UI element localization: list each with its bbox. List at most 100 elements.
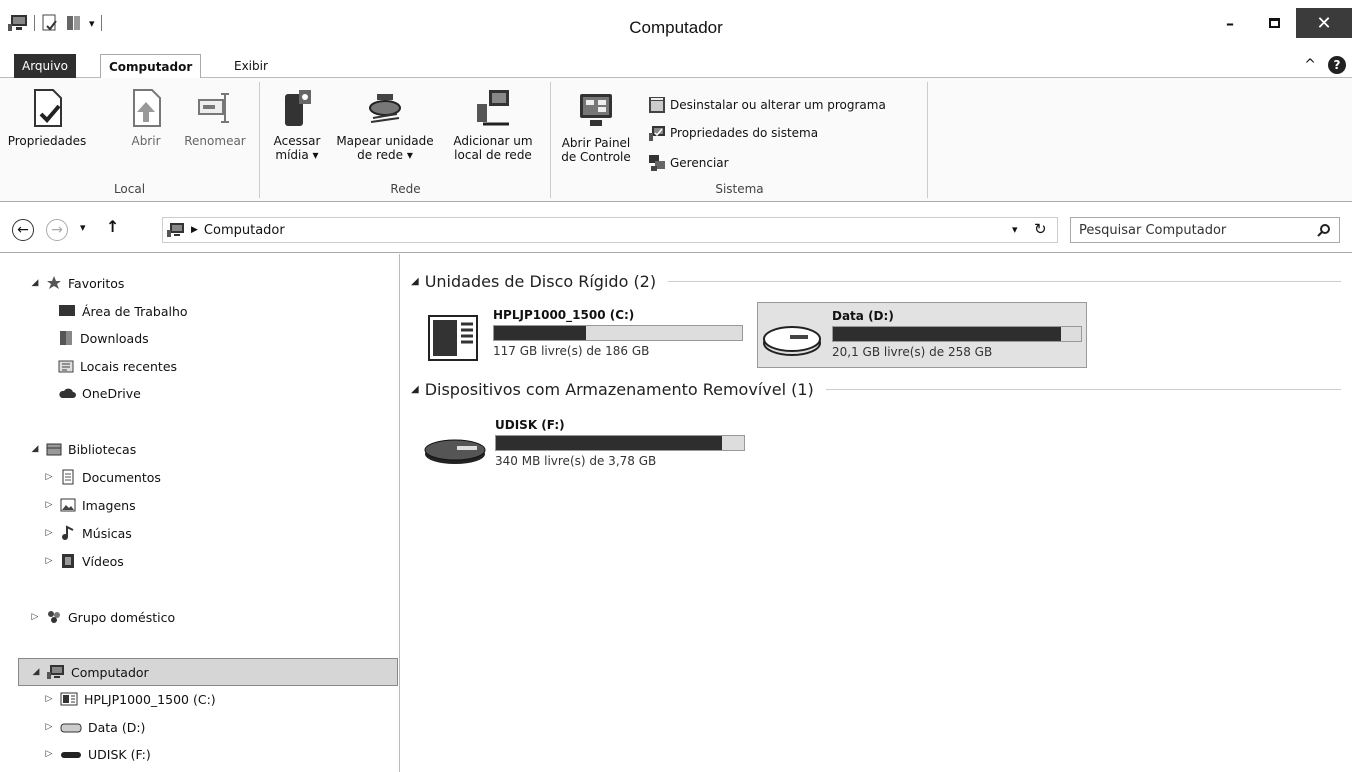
- ribbon: Propriedades Abrir Renomear Local Acessa…: [0, 78, 1352, 202]
- control-panel-button[interactable]: Abrir Painel de Controle: [556, 92, 636, 164]
- tab-file[interactable]: Arquivo: [14, 54, 76, 78]
- system-properties-label: Propriedades do sistema: [670, 126, 819, 140]
- tab-computer[interactable]: Computador: [100, 54, 202, 79]
- help-icon[interactable]: ?: [1328, 56, 1346, 74]
- nav-label: UDISK (F:): [88, 746, 151, 762]
- expand-arrow-icon[interactable]: ▷: [44, 472, 54, 482]
- group-label-local: Local: [113, 182, 146, 196]
- expand-arrow-icon[interactable]: ▷: [44, 528, 54, 538]
- nav-item-drive-d[interactable]: ▷ Data (D:): [44, 716, 146, 738]
- rename-button[interactable]: Renomear: [178, 88, 252, 148]
- tab-view[interactable]: Exibir: [226, 54, 276, 78]
- computer-icon: [167, 223, 184, 237]
- expand-arrow-icon[interactable]: ▷: [44, 694, 54, 704]
- nav-item-computer[interactable]: ◢ Computador: [18, 658, 398, 686]
- nav-item-downloads[interactable]: Downloads: [58, 327, 149, 349]
- desktop-icon: [59, 305, 75, 316]
- add-location-label-2: local de rede: [454, 148, 532, 162]
- search-input[interactable]: Pesquisar Computador: [1070, 217, 1340, 243]
- section-divider: [668, 281, 1341, 282]
- nav-item-libraries[interactable]: ◢ Bibliotecas: [30, 438, 137, 460]
- nav-item-images[interactable]: ▷ Imagens: [44, 494, 136, 516]
- collapse-ribbon-icon[interactable]: ^: [1304, 57, 1316, 73]
- expand-arrow-icon[interactable]: ▷: [44, 500, 54, 510]
- up-arrow-icon[interactable]: ↑: [106, 217, 119, 236]
- back-button[interactable]: ←: [12, 219, 34, 241]
- drive-name: UDISK (F:): [495, 418, 565, 432]
- nav-item-documents[interactable]: ▷ Documentos: [44, 466, 161, 488]
- address-dropdown-icon[interactable]: ▾: [1012, 223, 1018, 236]
- section-divider: [825, 389, 1341, 390]
- uninstall-program-button[interactable]: Desinstalar ou alterar um programa: [648, 96, 886, 114]
- expand-arrow-icon[interactable]: ▷: [44, 556, 54, 566]
- maximize-button[interactable]: [1252, 8, 1296, 38]
- open-button[interactable]: Abrir: [124, 88, 168, 148]
- refresh-icon[interactable]: ↻: [1034, 220, 1047, 238]
- nav-item-onedrive[interactable]: OneDrive: [58, 382, 141, 404]
- collapse-arrow-icon[interactable]: ◢: [30, 278, 40, 288]
- uninstall-icon: [649, 97, 665, 113]
- system-properties-button[interactable]: Propriedades do sistema: [648, 124, 818, 142]
- drive-usage-bar: [832, 326, 1082, 342]
- drive-name: Data (D:): [832, 309, 894, 323]
- drive-usage-bar: [493, 325, 743, 341]
- nav-label: Computador: [71, 664, 149, 680]
- back-arrow-icon: ←: [17, 222, 29, 238]
- nav-item-music[interactable]: ▷ Músicas: [44, 522, 132, 544]
- nav-item-favorites[interactable]: ◢ Favoritos: [30, 272, 125, 294]
- nav-item-drive-c[interactable]: ▷ HPLJP1000_1500 (C:): [44, 688, 216, 710]
- collapse-arrow-icon[interactable]: ◢: [31, 667, 41, 677]
- drive-tile-f[interactable]: UDISK (F:) 340 MB livre(s) de 3,78 GB: [421, 414, 751, 478]
- nav-item-drive-f[interactable]: ▷ UDISK (F:): [44, 743, 151, 765]
- network-drive-icon: [369, 94, 401, 123]
- add-network-location-button[interactable]: Adicionar um local de rede: [445, 88, 541, 162]
- manage-button[interactable]: Gerenciar: [648, 154, 729, 172]
- media-icon: [285, 90, 311, 126]
- drive-tile-c[interactable]: HPLJP1000_1500 (C:) 117 GB livre(s) de 1…: [421, 304, 751, 368]
- nav-item-videos[interactable]: ▷ Vídeos: [44, 550, 124, 572]
- collapse-arrow-icon[interactable]: ◢: [30, 444, 40, 454]
- computer-icon: [47, 665, 64, 679]
- expand-arrow-icon[interactable]: ▷: [44, 749, 54, 759]
- drive-usage-bar: [495, 435, 745, 451]
- breadcrumb[interactable]: Computador: [204, 223, 285, 238]
- recent-places-icon: [58, 360, 74, 373]
- map-network-drive-button[interactable]: Mapear unidade de rede ▾: [329, 88, 441, 162]
- drive-name: HPLJP1000_1500 (C:): [493, 308, 635, 322]
- properties-button[interactable]: Propriedades: [4, 88, 90, 148]
- forward-button[interactable]: →: [46, 219, 68, 241]
- section-collapse-icon[interactable]: ◢: [411, 276, 419, 287]
- drive-usage-fill: [494, 326, 586, 340]
- search-icon[interactable]: [1317, 223, 1331, 237]
- nav-label: Grupo doméstico: [68, 609, 176, 625]
- window-controls: – ✕: [1208, 8, 1352, 38]
- navigation-pane: ◢ Favoritos Área de Trabalho Downloads L…: [0, 254, 400, 772]
- images-icon: [60, 498, 76, 512]
- properties-label: Propriedades: [7, 134, 87, 148]
- address-bar[interactable]: ▶ Computador: [162, 217, 1058, 243]
- access-media-button[interactable]: Acessar mídia ▾: [269, 88, 325, 162]
- videos-icon: [62, 554, 74, 568]
- breadcrumb-separator-icon[interactable]: ▶: [191, 225, 198, 235]
- nav-item-homegroup[interactable]: ▷ Grupo doméstico: [30, 606, 176, 628]
- section-hard-drives[interactable]: ◢ Unidades de Disco Rígido (2): [411, 272, 1341, 291]
- system-drive-icon: [428, 315, 478, 361]
- rename-icon: [198, 93, 229, 123]
- close-button[interactable]: ✕: [1296, 8, 1352, 38]
- nav-item-desktop[interactable]: Área de Trabalho: [58, 300, 188, 322]
- nav-label: Locais recentes: [80, 358, 178, 374]
- rename-label: Renomear: [184, 134, 246, 148]
- drive-free-space: 340 MB livre(s) de 3,78 GB: [495, 454, 657, 468]
- homegroup-icon: [48, 611, 60, 623]
- section-removable[interactable]: ◢ Dispositivos com Armazenamento Removív…: [411, 380, 1341, 399]
- uninstall-label: Desinstalar ou alterar um programa: [670, 98, 886, 112]
- drive-tile-d[interactable]: Data (D:) 20,1 GB livre(s) de 258 GB: [757, 302, 1087, 368]
- expand-arrow-icon[interactable]: ▷: [44, 722, 54, 732]
- expand-arrow-icon[interactable]: ▷: [30, 612, 40, 622]
- minimize-button[interactable]: –: [1208, 8, 1252, 38]
- nav-item-recent[interactable]: Locais recentes: [58, 355, 177, 377]
- recent-locations-icon[interactable]: ▾: [80, 221, 86, 234]
- music-icon: [62, 525, 74, 540]
- section-collapse-icon[interactable]: ◢: [411, 384, 419, 395]
- nav-label: Data (D:): [88, 719, 146, 735]
